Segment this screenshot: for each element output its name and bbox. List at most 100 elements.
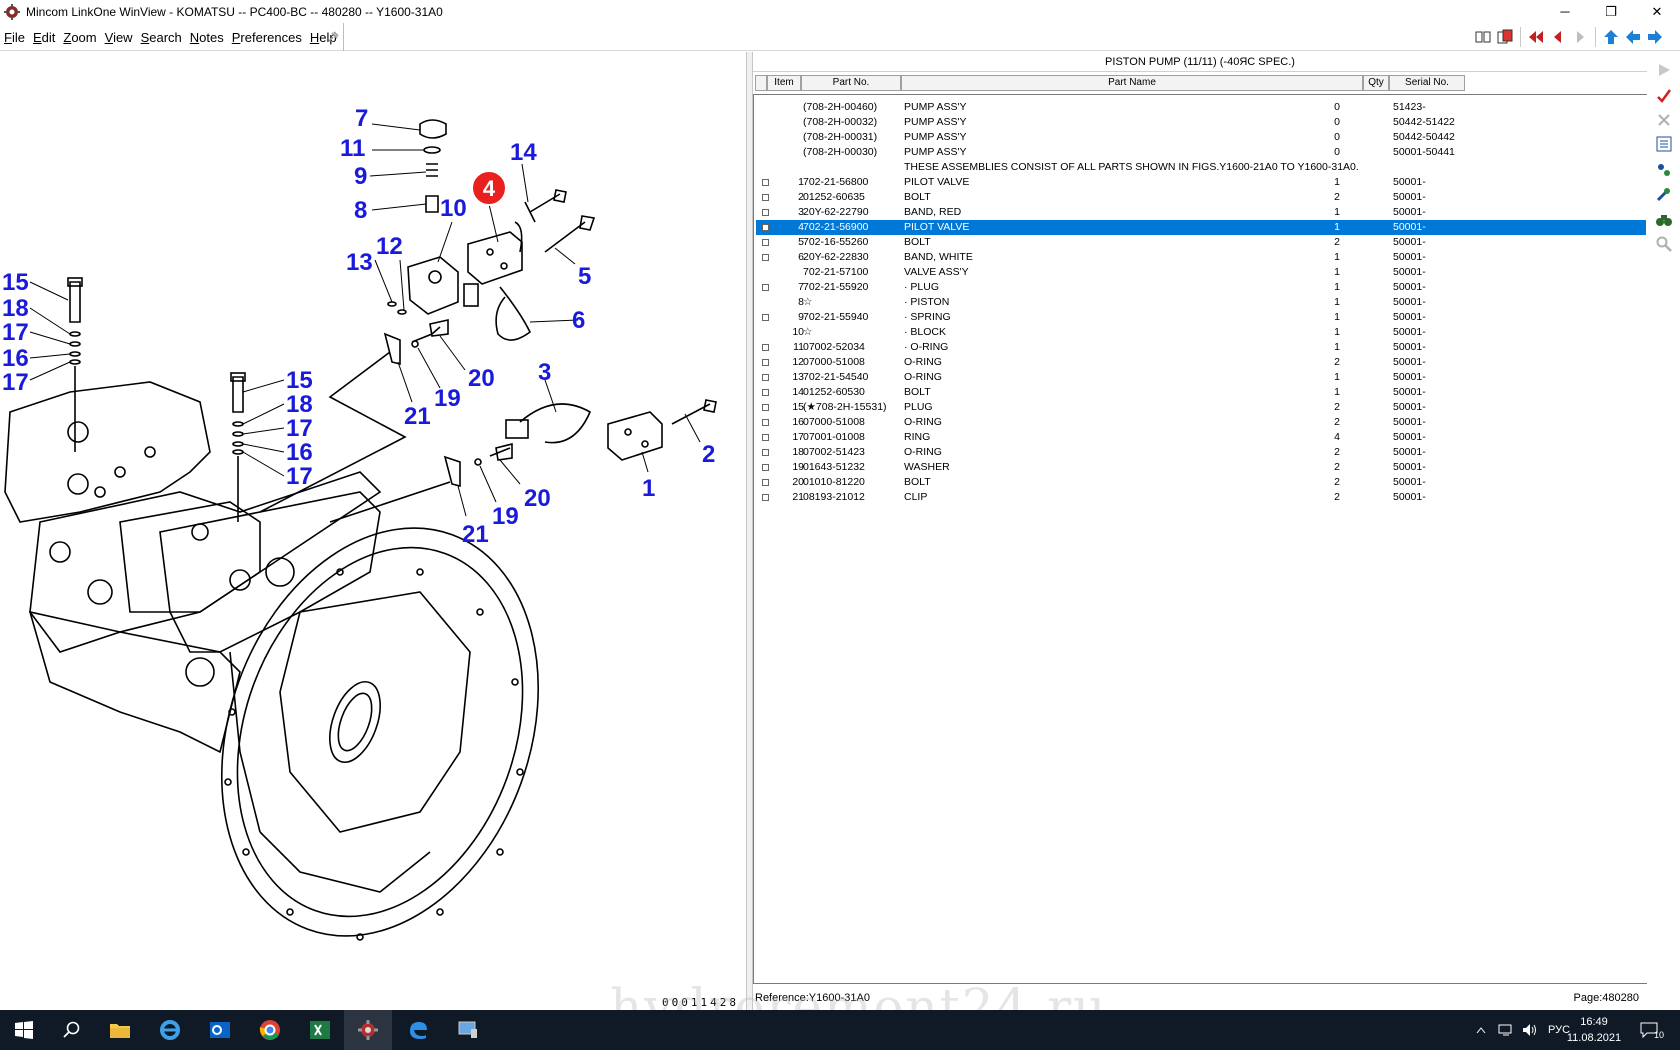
menu-view[interactable]: View [101,30,137,45]
row-qty: 1 [1334,386,1340,398]
table-row[interactable]: 14 01252-60530 BOLT 1 50001- [756,385,1646,400]
table-row[interactable]: 20 01010-81220 BOLT 2 50001- [756,475,1646,490]
column-header-part-no[interactable]: Part No. [801,75,901,91]
next-page-button[interactable] [1569,26,1591,48]
taskbar-ie[interactable] [146,1010,194,1050]
menu-preferences[interactable]: Preferences [228,30,306,45]
table-row[interactable]: 7 702-21-55920 · PLUG 1 50001- [756,280,1646,295]
close-button[interactable]: ✕ [1634,0,1680,23]
volume-icon[interactable] [1522,1023,1538,1037]
up-button[interactable] [1600,26,1622,48]
back-button[interactable] [1622,26,1644,48]
taskbar-explorer[interactable] [96,1010,144,1050]
column-header-qty[interactable]: Qty [1363,75,1389,91]
pane-splitter[interactable] [746,52,753,1010]
clock[interactable]: 16:49 11.08.2021 [1566,1014,1622,1046]
row-checkbox[interactable] [762,374,769,381]
search-button[interactable] [48,1010,96,1050]
table-row[interactable]: 16 07000-51008 O-RING 2 50001- [756,415,1646,430]
row-checkbox[interactable] [762,434,769,441]
taskbar-outlook[interactable] [196,1010,244,1050]
row-checkbox[interactable] [762,404,769,411]
edit-tools-button[interactable] [1654,184,1674,204]
taskbar-edge[interactable] [394,1010,442,1050]
taskbar-chrome[interactable] [246,1010,294,1050]
row-checkbox[interactable] [762,224,769,231]
table-row[interactable]: 4 702-21-56900 PILOT VALVE 1 50001- [756,220,1646,235]
parts-list[interactable]: (708-2H-00460) PUMP ASS'Y 0 51423- (708-2H-0… [753,94,1647,984]
table-row[interactable]: (708-2H-00460) PUMP ASS'Y 0 51423- [756,100,1646,115]
row-checkbox[interactable] [762,194,769,201]
table-row[interactable]: 12 07000-51008 O-RING 2 50001- [756,355,1646,370]
menu-file[interactable]: File [0,30,29,45]
forward-button[interactable] [1644,26,1666,48]
play-button[interactable] [1654,60,1674,80]
table-row[interactable]: 21 08193-21012 CLIP 2 50001- [756,490,1646,505]
table-row[interactable]: 3 20Y-62-22790 BAND, RED 1 50001- [756,205,1646,220]
column-header-item[interactable]: Item [767,75,801,91]
tools-button[interactable] [1654,160,1674,180]
zoom-button[interactable] [1654,234,1674,254]
notifications-button[interactable]: 10 [1640,1010,1664,1050]
taskbar-excel[interactable] [296,1010,344,1050]
table-row[interactable]: 18 07002-51423 O-RING 2 50001- [756,445,1646,460]
table-row[interactable]: 702-21-57100 VALVE ASS'Y 1 50001- [756,265,1646,280]
row-qty: 2 [1334,461,1340,473]
book-button[interactable] [1472,26,1494,48]
restore-button[interactable]: ❐ [1588,0,1634,23]
menu-zoom[interactable]: Zoom [59,30,100,45]
table-row[interactable]: 6 20Y-62-22830 BAND, WHITE 1 50001- [756,250,1646,265]
chevron-up-icon[interactable] [1476,1026,1486,1034]
menu-search[interactable]: Search [137,30,186,45]
row-checkbox[interactable] [762,344,769,351]
taskbar-app[interactable] [444,1010,492,1050]
drawing-pane[interactable]: 4 7 11 9 8 10 14 13 12 5 6 15 18 17 16 1… [0,52,746,1010]
row-checkbox[interactable] [762,389,769,396]
column-header-part-name[interactable]: Part Name [901,75,1363,91]
row-checkbox[interactable] [762,464,769,471]
row-part-name: PILOT VALVE [904,176,970,188]
previous-page-button[interactable] [1547,26,1569,48]
table-row[interactable]: 17 07001-01008 RING 4 50001- [756,430,1646,445]
column-header-check[interactable] [755,75,767,91]
taskbar-linkone[interactable] [344,1010,392,1050]
check-button[interactable] [1654,86,1674,106]
minimize-button[interactable]: ─ [1542,0,1588,23]
table-row[interactable]: THESE ASSEMBLIES CONSIST OF ALL PARTS SH… [756,160,1646,175]
pages-button[interactable] [1494,26,1516,48]
table-row[interactable]: 5 702-16-55260 BOLT 2 50001- [756,235,1646,250]
menu-edit[interactable]: Edit [29,30,59,45]
table-row[interactable]: 11 07002-52034 · O-RING 1 50001- [756,340,1646,355]
row-checkbox[interactable] [762,419,769,426]
row-checkbox[interactable] [762,359,769,366]
network-icon[interactable] [1498,1023,1514,1037]
table-row[interactable]: 10 ☆ · BLOCK 1 50001- [756,325,1646,340]
find-button[interactable] [1654,210,1674,230]
row-checkbox[interactable] [762,179,769,186]
table-row[interactable]: (708-2H-00030) PUMP ASS'Y 0 50001-50441 [756,145,1646,160]
row-checkbox[interactable] [762,494,769,501]
row-checkbox[interactable] [762,209,769,216]
table-row[interactable]: 2 01252-60635 BOLT 2 50001- [756,190,1646,205]
row-checkbox[interactable] [762,479,769,486]
table-row[interactable]: (708-2H-00031) PUMP ASS'Y 0 50442-50442 [756,130,1646,145]
table-row[interactable]: 1 702-21-56800 PILOT VALVE 1 50001- [756,175,1646,190]
first-page-button[interactable] [1525,26,1547,48]
list-button[interactable] [1654,134,1674,154]
table-row[interactable]: 19 01643-51232 WASHER 2 50001- [756,460,1646,475]
column-header-serial[interactable]: Serial No. [1389,75,1465,91]
table-row[interactable]: 9 702-21-55940 · SPRING 1 50001- [756,310,1646,325]
menu-notes[interactable]: Notes [186,30,228,45]
row-checkbox[interactable] [762,239,769,246]
row-checkbox[interactable] [762,449,769,456]
start-button[interactable] [0,1010,48,1050]
table-row[interactable]: 8 ☆ · PISTON 1 50001- [756,295,1646,310]
table-row[interactable]: 15 (★708-2H-15531) PLUG 2 50001- [756,400,1646,415]
row-checkbox[interactable] [762,314,769,321]
table-row[interactable]: 13 702-21-54540 O-RING 1 50001- [756,370,1646,385]
row-checkbox[interactable] [762,254,769,261]
row-checkbox[interactable] [762,284,769,291]
table-row[interactable]: (708-2H-00032) PUMP ASS'Y 0 50442-51422 [756,115,1646,130]
remove-button[interactable] [1654,110,1674,130]
pin-icon[interactable] [326,30,340,44]
